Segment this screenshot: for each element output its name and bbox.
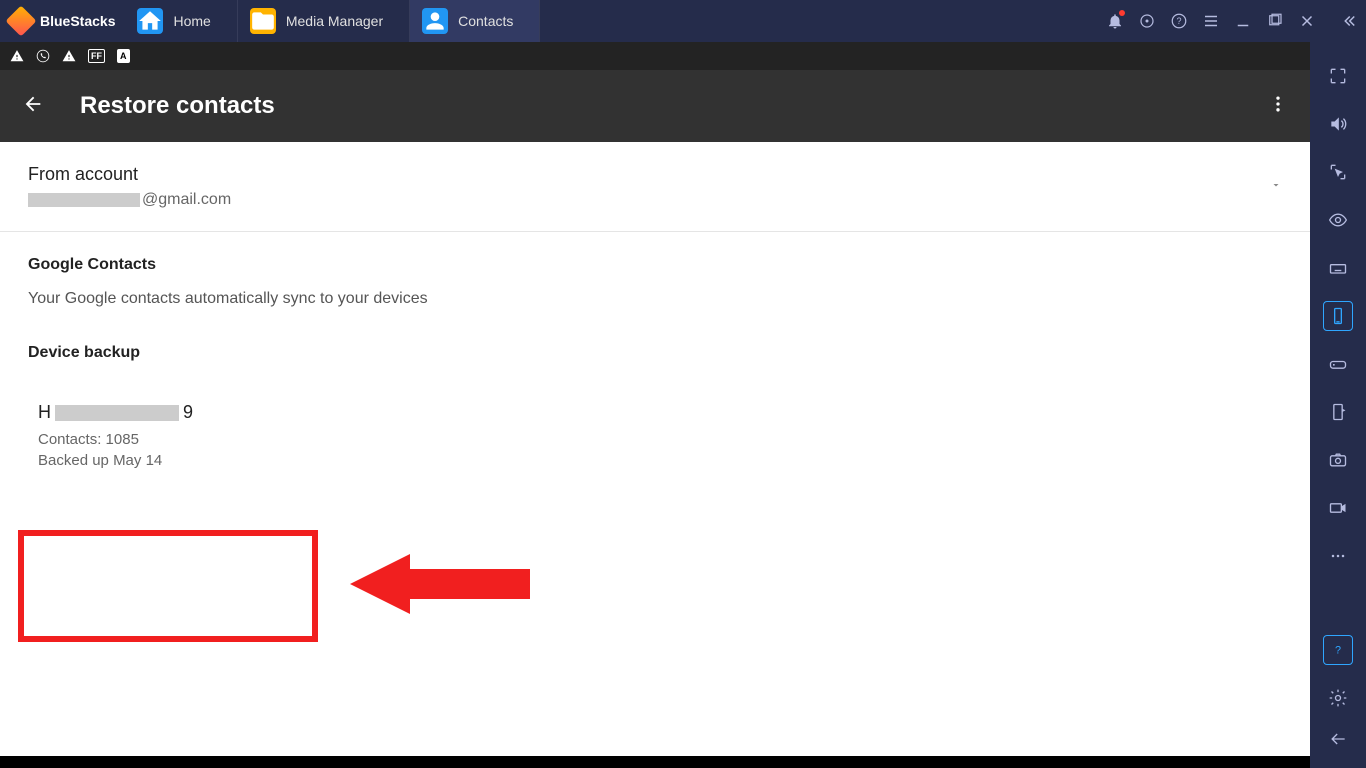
install-apk-icon[interactable] bbox=[1323, 397, 1353, 427]
brand-logo: BlueStacks bbox=[0, 10, 125, 32]
more-options-button[interactable] bbox=[1268, 94, 1288, 119]
help-square-icon[interactable]: ? bbox=[1323, 635, 1353, 665]
titlebar: BlueStacks Home Media Manager Contacts ? bbox=[0, 0, 1366, 42]
content-area: From account @gmail.com Google Contacts … bbox=[0, 142, 1310, 756]
ff-badge: FF bbox=[88, 49, 105, 63]
android-back-icon[interactable] bbox=[1323, 724, 1353, 754]
device-backup-section: Device backup bbox=[0, 320, 1310, 378]
device-backup-date: Backed up May 14 bbox=[38, 450, 288, 471]
tab-media-manager[interactable]: Media Manager bbox=[238, 0, 410, 42]
warning-icon bbox=[62, 49, 76, 63]
app-bar: Restore contacts bbox=[0, 70, 1310, 142]
annotation-arrow-icon bbox=[350, 554, 530, 614]
tab-label: Contacts bbox=[458, 13, 513, 29]
account-email: @gmail.com bbox=[28, 191, 231, 209]
device-contacts-count: Contacts: 1085 bbox=[38, 429, 288, 450]
maximize-icon[interactable] bbox=[1266, 12, 1284, 30]
volume-icon[interactable] bbox=[1323, 109, 1353, 139]
status-bar: FF A bbox=[0, 42, 1310, 70]
dropdown-caret-icon bbox=[1270, 178, 1282, 196]
home-icon bbox=[137, 8, 163, 34]
hamburger-icon[interactable] bbox=[1202, 12, 1220, 30]
brand-name: BlueStacks bbox=[40, 13, 115, 29]
person-icon bbox=[422, 8, 448, 34]
back-button[interactable] bbox=[22, 93, 44, 120]
phone-portrait-icon[interactable] bbox=[1323, 301, 1353, 331]
notifications-icon[interactable] bbox=[1106, 12, 1124, 30]
folder-icon bbox=[250, 8, 276, 34]
tab-home[interactable]: Home bbox=[125, 0, 237, 42]
right-sidebar: ? bbox=[1310, 42, 1366, 768]
record-icon[interactable] bbox=[1323, 493, 1353, 523]
tab-label: Home bbox=[173, 13, 210, 29]
screenshot-icon[interactable] bbox=[1323, 445, 1353, 475]
main-row: FF A Restore contacts From account @gmai… bbox=[0, 42, 1366, 768]
redacted-email-prefix bbox=[28, 193, 140, 207]
more-dots-icon[interactable] bbox=[1323, 541, 1353, 571]
collapse-sidebar-icon[interactable] bbox=[1340, 12, 1358, 30]
device-backup-heading: Device backup bbox=[28, 344, 1282, 362]
from-account-selector[interactable]: From account @gmail.com bbox=[0, 142, 1310, 232]
warning-icon bbox=[10, 49, 24, 63]
bluestacks-logo-icon bbox=[5, 5, 36, 36]
minimize-icon[interactable] bbox=[1234, 12, 1252, 30]
from-account-label: From account bbox=[28, 164, 231, 185]
android-viewport: FF A Restore contacts From account @gmai… bbox=[0, 42, 1310, 768]
a-badge: A bbox=[117, 49, 130, 63]
close-icon[interactable] bbox=[1298, 12, 1316, 30]
gamepad-icon[interactable] bbox=[1323, 349, 1353, 379]
help-icon[interactable]: ? bbox=[1170, 12, 1188, 30]
page-title: Restore contacts bbox=[80, 92, 275, 120]
svg-text:?: ? bbox=[1176, 16, 1181, 26]
cursor-lock-icon[interactable] bbox=[1323, 157, 1353, 187]
redacted-device-name bbox=[55, 405, 179, 421]
fullscreen-icon[interactable] bbox=[1323, 61, 1353, 91]
location-icon[interactable] bbox=[1138, 12, 1156, 30]
settings-icon[interactable] bbox=[1323, 683, 1353, 713]
tab-contacts[interactable]: Contacts bbox=[410, 0, 540, 42]
whatsapp-icon bbox=[36, 49, 50, 63]
google-contacts-heading: Google Contacts bbox=[28, 256, 1282, 274]
annotation-highlight-box bbox=[18, 530, 318, 642]
email-suffix: @gmail.com bbox=[142, 191, 231, 209]
device-name: H 9 bbox=[38, 402, 288, 423]
tab-label: Media Manager bbox=[286, 13, 383, 29]
google-contacts-subtitle: Your Google contacts automatically sync … bbox=[28, 290, 1282, 308]
titlebar-controls: ? bbox=[1106, 12, 1366, 30]
eye-icon[interactable] bbox=[1323, 205, 1353, 235]
keyboard-icon[interactable] bbox=[1323, 253, 1353, 283]
svg-text:?: ? bbox=[1335, 644, 1341, 656]
google-contacts-section: Google Contacts Your Google contacts aut… bbox=[0, 232, 1310, 320]
device-backup-item[interactable]: H 9 Contacts: 1085 Backed up May 14 bbox=[18, 384, 308, 493]
